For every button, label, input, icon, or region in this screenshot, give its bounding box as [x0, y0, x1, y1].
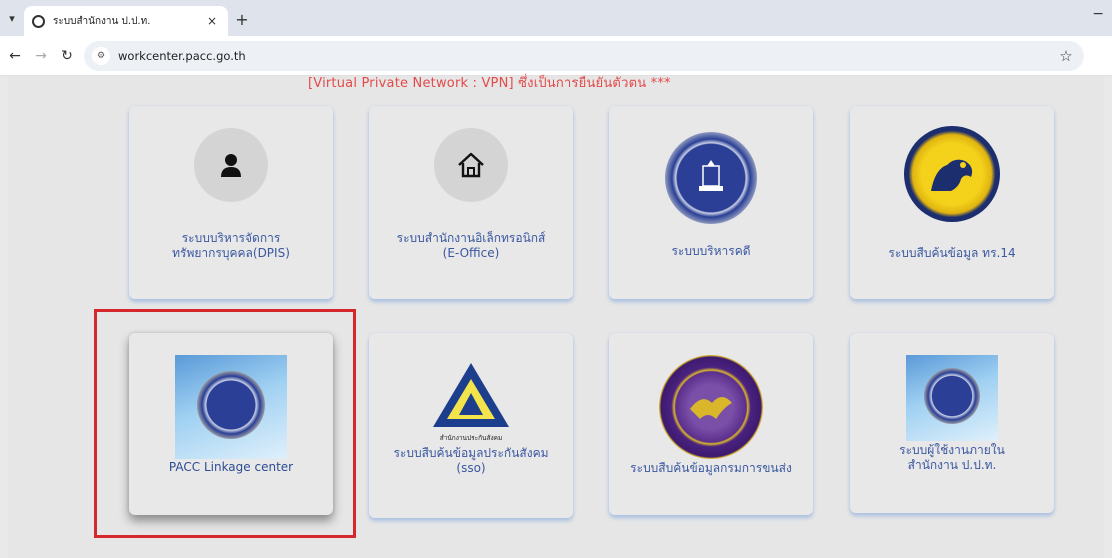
bookmark-star-icon[interactable]: ☆: [1056, 47, 1076, 65]
tab-close-icon[interactable]: ×: [204, 14, 220, 28]
person-icon: [194, 128, 268, 202]
card-sso[interactable]: สำนักงานประกันสังคม ระบบสืบค้นข้อมูลประก…: [369, 333, 573, 518]
tab-bar: ▾ ระบบสำนักงาน ป.ป.ท. × + −: [0, 0, 1112, 36]
home-icon: [434, 128, 508, 202]
vpn-notice: [Virtual Private Network : VPN] ซึ่งเป็น…: [308, 76, 671, 91]
card-tr14[interactable]: ระบบสืบค้นข้อมูล ทร.14: [850, 106, 1054, 299]
pacc-seal-icon: [665, 132, 757, 224]
card-caption: ระบบผู้ใช้งานภายใน สำนักงาน ป.ป.ท.: [899, 443, 1005, 472]
card-internal-users[interactable]: ระบบผู้ใช้งานภายใน สำนักงาน ป.ป.ท.: [850, 333, 1054, 513]
card-caption: ระบบบริหารจัดการ ทรัพยากรบุคคล(DPIS): [172, 231, 290, 260]
selection-highlight: [94, 309, 356, 538]
card-caption: ระบบสืบค้นข้อมูลกรมการขนส่ง: [630, 461, 792, 475]
card-caption: ระบบสืบค้นข้อมูล ทร.14: [888, 246, 1016, 260]
browser-tab[interactable]: ระบบสำนักงาน ป.ป.ท. ×: [24, 6, 228, 36]
url-text[interactable]: workcenter.pacc.go.th: [118, 49, 1056, 63]
card-caption: ระบบสำนักงานอิเล็กทรอนิกส์ (E-Office): [396, 231, 546, 260]
pacc-seal-icon: [924, 368, 980, 424]
back-icon[interactable]: ←: [4, 45, 26, 67]
sso-logo-text: สำนักงานประกันสังคม: [439, 434, 503, 442]
card-dpis[interactable]: ระบบบริหารจัดการ ทรัพยากรบุคคล(DPIS): [129, 106, 333, 299]
tab-title: ระบบสำนักงาน ป.ป.ท.: [53, 15, 151, 27]
minimize-button[interactable]: −: [1092, 6, 1104, 22]
address-bar[interactable]: ⚙ workcenter.pacc.go.th ☆: [84, 40, 1084, 71]
provincial-admin-seal-icon: [904, 126, 1000, 222]
card-caption: ระบบสืบค้นข้อมูลประกันสังคม (sso): [393, 446, 549, 475]
dlt-seal-icon: [659, 355, 763, 459]
browser-toolbar: ← → ↻ ⚙ workcenter.pacc.go.th ☆: [0, 36, 1112, 76]
card-case-management[interactable]: ระบบบริหารคดี: [609, 106, 813, 299]
card-dlt[interactable]: ระบบสืบค้นข้อมูลกรมการขนส่ง: [609, 333, 813, 515]
internal-users-logo: [906, 355, 998, 441]
new-tab-button[interactable]: +: [228, 4, 256, 34]
page-content: [Virtual Private Network : VPN] ซึ่งเป็น…: [8, 76, 1104, 558]
sso-logo: สำนักงานประกันสังคม: [429, 359, 513, 442]
tab-search-dropdown-icon[interactable]: ▾: [0, 3, 24, 33]
globe-icon: [32, 14, 45, 28]
forward-icon[interactable]: →: [30, 45, 52, 67]
site-info-icon[interactable]: ⚙: [92, 46, 110, 65]
reload-icon[interactable]: ↻: [56, 45, 78, 67]
card-e-office[interactable]: ระบบสำนักงานอิเล็กทรอนิกส์ (E-Office): [369, 106, 573, 299]
card-caption: ระบบบริหารคดี: [671, 244, 751, 258]
